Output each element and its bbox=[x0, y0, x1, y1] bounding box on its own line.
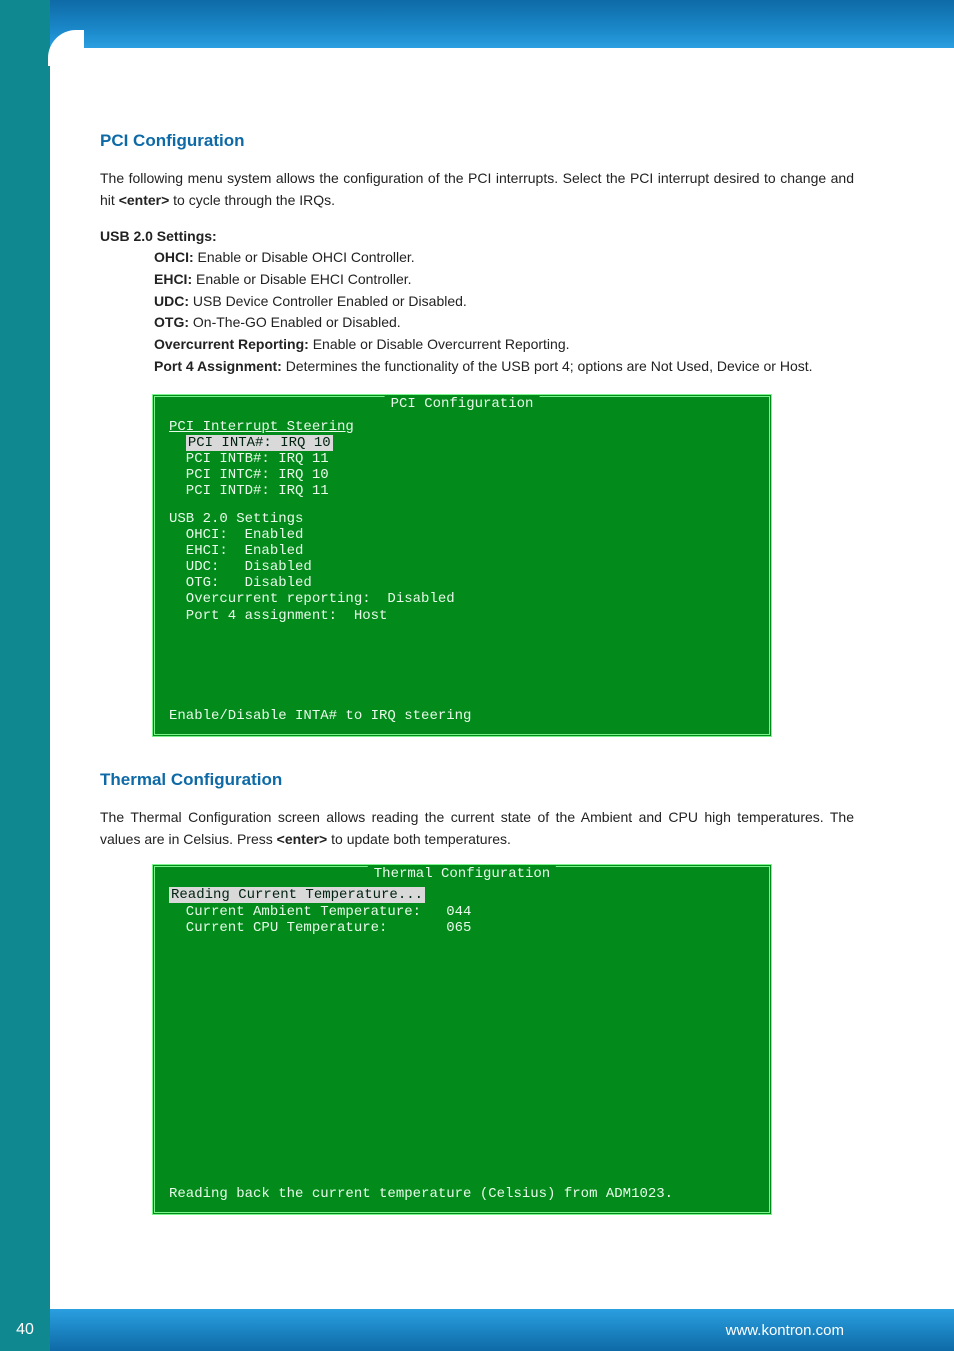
bios-setting-row[interactable]: EHCI: Enabled bbox=[169, 543, 755, 559]
bios-box-title: Thermal Configuration bbox=[368, 866, 556, 882]
page-footer: www.kontron.com 40 bbox=[0, 1309, 954, 1351]
bios-selected-item[interactable]: Reading Current Temperature... bbox=[169, 887, 425, 903]
bios-help-line: Enable/Disable INTA# to IRQ steering bbox=[169, 708, 755, 724]
bios-subheading: PCI Interrupt Steering bbox=[169, 419, 354, 435]
bios-thermal-config-screenshot: Thermal Configuration Reading Current Te… bbox=[152, 864, 772, 1214]
term: Overcurrent Reporting: bbox=[154, 336, 309, 352]
header-band bbox=[50, 0, 954, 48]
desc: Enable or Disable OHCI Controller. bbox=[194, 249, 415, 265]
enter-key: <enter> bbox=[277, 831, 328, 847]
usb-settings-definitions: USB 2.0 Settings: OHCI: Enable or Disabl… bbox=[100, 226, 854, 378]
bios-setting-row[interactable]: UDC: Disabled bbox=[169, 559, 755, 575]
term: EHCI: bbox=[154, 271, 192, 287]
bios-setting-row[interactable]: PCI INTC#: IRQ 10 bbox=[169, 467, 755, 483]
definition-row: OTG: On-The-GO Enabled or Disabled. bbox=[154, 312, 854, 334]
section-heading-pci: PCI Configuration bbox=[100, 128, 854, 154]
thermal-intro-paragraph: The Thermal Configuration screen allows … bbox=[100, 807, 854, 850]
text: to cycle through the IRQs. bbox=[169, 192, 335, 208]
bios-selected-item[interactable]: PCI INTA#: IRQ 10 bbox=[186, 435, 333, 451]
pci-intro-paragraph: The following menu system allows the con… bbox=[100, 168, 854, 211]
footer-url: www.kontron.com bbox=[726, 1322, 844, 1339]
bios-reading-row: Current Ambient Temperature: 044 bbox=[169, 904, 755, 920]
definition-row: UDC: USB Device Controller Enabled or Di… bbox=[154, 291, 854, 313]
desc: Enable or Disable EHCI Controller. bbox=[192, 271, 411, 287]
bios-setting-row[interactable]: Overcurrent reporting: Disabled bbox=[169, 591, 755, 607]
bios-setting-row[interactable]: PCI INTB#: IRQ 11 bbox=[169, 451, 755, 467]
text: to update both temperatures. bbox=[327, 831, 511, 847]
bios-setting-row[interactable]: PCI INTD#: IRQ 11 bbox=[169, 483, 755, 499]
desc: Enable or Disable Overcurrent Reporting. bbox=[309, 336, 570, 352]
term: Port 4 Assignment: bbox=[154, 358, 282, 374]
bios-setting-row[interactable]: OHCI: Enabled bbox=[169, 527, 755, 543]
section-heading-thermal: Thermal Configuration bbox=[100, 767, 854, 793]
bios-help-line: Reading back the current temperature (Ce… bbox=[169, 1186, 755, 1202]
footer-bar: www.kontron.com bbox=[50, 1309, 954, 1351]
term: UDC: bbox=[154, 293, 189, 309]
bios-pci-config-screenshot: PCI Configuration PCI Interrupt Steering… bbox=[152, 394, 772, 737]
definition-row: Overcurrent Reporting: Enable or Disable… bbox=[154, 334, 854, 356]
bios-setting-row[interactable]: OTG: Disabled bbox=[169, 575, 755, 591]
term: OTG: bbox=[154, 314, 189, 330]
enter-key: <enter> bbox=[119, 192, 170, 208]
desc: On-The-GO Enabled or Disabled. bbox=[189, 314, 401, 330]
desc: Determines the functionality of the USB … bbox=[282, 358, 813, 374]
bios-box-title: PCI Configuration bbox=[385, 396, 540, 412]
bios-subheading: USB 2.0 Settings bbox=[169, 511, 755, 527]
left-strip-decoration bbox=[0, 0, 50, 1351]
definition-row: Port 4 Assignment: Determines the functi… bbox=[154, 356, 854, 378]
definition-row: OHCI: Enable or Disable OHCI Controller. bbox=[154, 247, 854, 269]
bios-reading-row: Current CPU Temperature: 065 bbox=[169, 920, 755, 936]
usb-settings-heading: USB 2.0 Settings: bbox=[100, 226, 854, 248]
desc: USB Device Controller Enabled or Disable… bbox=[189, 293, 467, 309]
term: OHCI: bbox=[154, 249, 194, 265]
page-content: PCI Configuration The following menu sys… bbox=[100, 48, 854, 1325]
bios-setting-row[interactable]: Port 4 assignment: Host bbox=[169, 608, 755, 624]
definition-row: EHCI: Enable or Disable EHCI Controller. bbox=[154, 269, 854, 291]
page-number: 40 bbox=[0, 1309, 50, 1351]
